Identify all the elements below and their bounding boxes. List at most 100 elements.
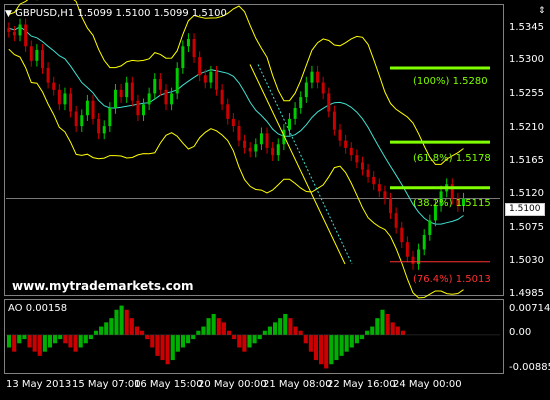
candle-body: [203, 75, 207, 83]
ao-bar: [22, 334, 27, 340]
time-label: 13 May 2013: [6, 379, 72, 390]
candle-body: [299, 97, 303, 108]
candle-body: [80, 115, 84, 127]
candle-body: [186, 39, 190, 47]
price-tick: 1.5030: [509, 255, 544, 266]
candle-body: [248, 147, 252, 152]
ao-bar: [375, 318, 380, 335]
ao-bar: [119, 305, 124, 335]
candle-body: [69, 93, 73, 112]
candle-body: [125, 82, 129, 98]
ao-bar: [206, 318, 211, 335]
fib-label-618: (61.8%) 1.5178: [413, 153, 491, 164]
candle-body: [327, 93, 331, 112]
ao-tick: 0.00714: [509, 303, 550, 314]
ao-bar: [7, 334, 12, 348]
ao-bar: [140, 330, 145, 335]
ao-bar: [114, 309, 119, 335]
candle-body: [52, 82, 56, 90]
candle-body: [271, 147, 275, 156]
symbol-label: GBPUSD,H1: [15, 8, 75, 19]
time-label: 24 May 00:00: [393, 379, 462, 390]
candle-body: [338, 129, 342, 141]
ao-bar: [134, 326, 139, 335]
fib-label-382: (38.2%) 1.5115: [413, 198, 491, 209]
ao-bar: [247, 334, 252, 348]
candle-body: [97, 118, 101, 134]
ao-bar: [124, 309, 129, 335]
ao-bar: [288, 318, 293, 335]
candle-body: [422, 234, 426, 250]
ao-bar: [201, 326, 206, 335]
candle-body: [377, 184, 381, 192]
candle-body: [400, 227, 404, 243]
ao-bar: [273, 322, 278, 335]
ao-bar: [329, 334, 334, 365]
candle-body: [383, 191, 387, 199]
candle-body: [136, 100, 140, 116]
ao-bar: [319, 334, 324, 365]
ao-bar: [180, 334, 186, 348]
candle-body: [411, 256, 415, 264]
ao-bar: [400, 330, 405, 335]
candle-body: [113, 89, 117, 108]
candle-body: [147, 93, 151, 105]
candle-body: [7, 28, 11, 32]
ao-bar: [278, 318, 283, 335]
candle-body: [63, 93, 67, 105]
candle-body: [57, 89, 61, 105]
price-tick: 1.5075: [509, 222, 544, 233]
ao-bar: [385, 313, 390, 335]
candle-body: [355, 155, 359, 163]
ao-bar: [47, 334, 53, 348]
candle-body: [209, 71, 213, 83]
ao-bar: [73, 334, 78, 352]
candle-body: [220, 89, 224, 105]
ao-bar: [221, 322, 226, 335]
ao-bar: [68, 334, 73, 348]
candle-body: [85, 100, 89, 116]
ao-bar: [344, 334, 349, 352]
ao-bar: [196, 330, 201, 335]
current-price-tag: 1.5100: [505, 203, 545, 216]
ao-bar: [150, 334, 155, 348]
scroll-up-icon[interactable]: ⇕: [538, 6, 546, 16]
candle-body: [29, 46, 33, 61]
candle-body: [158, 78, 162, 90]
price-tick: 1.5120: [509, 188, 544, 199]
candle-body: [366, 169, 370, 177]
ao-bar: [93, 330, 99, 335]
ohlc-values: 1.5099 1.5100 1.5099 1.5100: [77, 8, 227, 19]
candle-body: [35, 49, 39, 61]
ao-bar: [109, 318, 114, 335]
candle-body: [360, 162, 364, 170]
ao-bar: [160, 334, 165, 361]
chart-window[interactable]: ▼ GBPUSD,H1 1.5099 1.5100 1.5099 1.5100 …: [0, 0, 550, 400]
candle-body: [428, 220, 432, 235]
ao-bar: [237, 334, 242, 348]
ao-bar: [334, 334, 339, 361]
candle-body: [231, 118, 235, 127]
ao-bar: [252, 334, 257, 344]
ao-bar: [267, 326, 272, 335]
ao-bar: [232, 334, 237, 340]
ao-bar: [145, 334, 150, 340]
bollinger-upper: [8, 0, 464, 165]
candle-body: [119, 89, 123, 98]
time-label: 21 May 08:00: [263, 379, 332, 390]
time-label: 15 May 07:00: [72, 379, 141, 390]
ao-bar: [324, 334, 329, 369]
time-label: 20 May 00:00: [198, 379, 267, 390]
price-tick: 1.5255: [509, 88, 544, 99]
candle-body: [226, 104, 230, 119]
ao-bar: [88, 334, 93, 340]
candle-body: [108, 107, 112, 127]
sort-down-icon[interactable]: ▼: [5, 9, 12, 19]
candle-body: [304, 82, 308, 98]
candle-body: [405, 242, 409, 257]
ao-label: AO 0.00158: [8, 303, 68, 314]
ao-bar: [298, 330, 303, 335]
candle-body: [372, 176, 376, 185]
candle-body: [349, 147, 353, 156]
ao-bar: [12, 334, 17, 352]
